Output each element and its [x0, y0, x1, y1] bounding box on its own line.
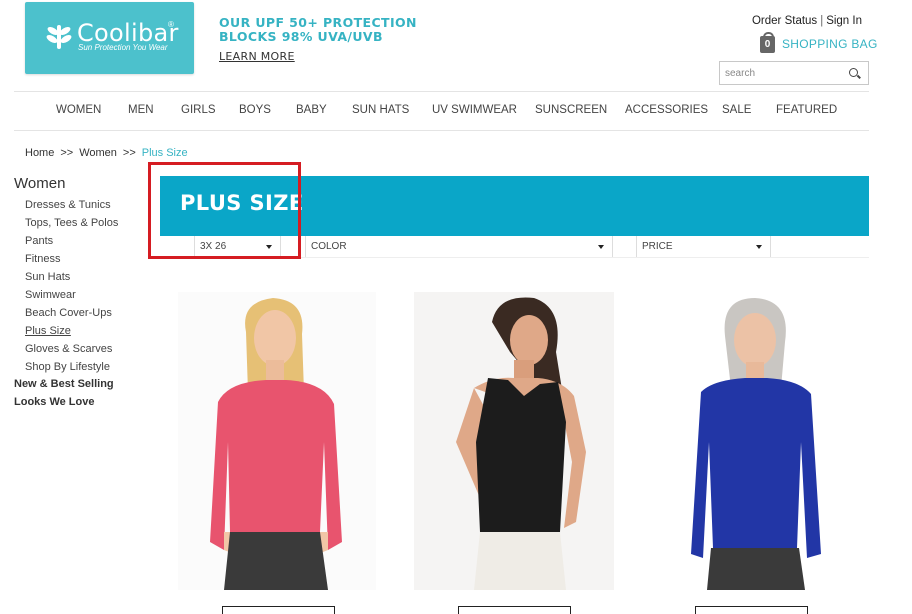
- chevron-down-icon: [756, 245, 762, 249]
- sidebar-item-fitness[interactable]: Fitness: [25, 252, 118, 270]
- sidebar-item-dresses-tunics[interactable]: Dresses & Tunics: [25, 198, 118, 216]
- price-filter-dropdown[interactable]: PRICE: [636, 236, 771, 257]
- chevron-down-icon: [598, 245, 604, 249]
- sidebar-item-gloves-scarves[interactable]: Gloves & Scarves: [25, 342, 118, 360]
- account-separator: |: [820, 15, 824, 27]
- sidebar-looks-we-love[interactable]: Looks We Love: [14, 396, 94, 408]
- breadcrumb-women[interactable]: Women: [79, 147, 117, 159]
- sidebar-item-beach-cover-ups[interactable]: Beach Cover-Ups: [25, 306, 118, 324]
- highlight-annotation-box: [148, 162, 301, 259]
- leaf-logo-icon: [46, 25, 72, 49]
- sign-in-link[interactable]: Sign In: [826, 15, 862, 27]
- sidebar-item-swimwear[interactable]: Swimwear: [25, 288, 118, 306]
- account-links: Order Status | Sign In: [752, 15, 862, 27]
- search-input[interactable]: [720, 62, 840, 84]
- nav-sun-hats[interactable]: SUN HATS: [352, 104, 409, 116]
- product-card-pink-long-sleeve[interactable]: [178, 292, 376, 590]
- product-card-black-tank[interactable]: [414, 292, 614, 590]
- breadcrumb-home[interactable]: Home: [25, 147, 54, 159]
- breadcrumb-separator: >>: [60, 147, 74, 159]
- nav-boys[interactable]: BOYS: [239, 104, 271, 116]
- main-navigation: WOMEN MEN GIRLS BOYS BABY SUN HATS UV SW…: [14, 91, 869, 131]
- registered-mark: ®: [168, 20, 174, 29]
- product-image: [657, 292, 857, 590]
- color-filter-dropdown[interactable]: COLOR: [305, 236, 613, 257]
- sidebar-item-pants[interactable]: Pants: [25, 234, 118, 252]
- promo-message: OUR UPF 50+ PROTECTION BLOCKS 98% UVA/UV…: [219, 16, 417, 44]
- brand-tagline: Sun Protection You Wear: [78, 43, 168, 52]
- quick-view-button[interactable]: [695, 606, 808, 614]
- quick-view-button[interactable]: [458, 606, 571, 614]
- sidebar-item-shop-by-lifestyle[interactable]: Shop By Lifestyle: [25, 360, 118, 378]
- sidebar-item-plus-size[interactable]: Plus Size: [25, 324, 118, 342]
- sidebar-title: Women: [14, 175, 66, 192]
- nav-featured[interactable]: FEATURED: [776, 104, 837, 116]
- promo-line-1: OUR UPF 50+ PROTECTION: [219, 15, 417, 30]
- sidebar-category-list: Dresses & Tunics Tops, Tees & Polos Pant…: [25, 198, 118, 378]
- sidebar-item-sun-hats[interactable]: Sun Hats: [25, 270, 118, 288]
- bag-count: 0: [764, 38, 771, 50]
- sidebar-new-best-selling[interactable]: New & Best Selling: [14, 378, 114, 390]
- color-filter-label: COLOR: [311, 241, 347, 252]
- learn-more-link[interactable]: LEARN MORE: [219, 50, 295, 63]
- price-filter-label: PRICE: [642, 241, 673, 252]
- quick-view-button[interactable]: [222, 606, 335, 614]
- nav-uv-swimwear[interactable]: UV SWIMWEAR: [432, 104, 517, 116]
- shopping-bag-icon: 0: [760, 31, 775, 53]
- nav-sunscreen[interactable]: SUNSCREEN: [535, 104, 607, 116]
- nav-women[interactable]: WOMEN: [56, 104, 101, 116]
- order-status-link[interactable]: Order Status: [752, 15, 817, 27]
- sidebar-item-tops-tees-polos[interactable]: Tops, Tees & Polos: [25, 216, 118, 234]
- breadcrumb-separator: >>: [122, 147, 136, 159]
- search-icon[interactable]: [849, 68, 858, 77]
- nav-men[interactable]: MEN: [128, 104, 154, 116]
- nav-baby[interactable]: BABY: [296, 104, 327, 116]
- product-card-blue-long-sleeve[interactable]: [657, 292, 857, 590]
- promo-line-2: BLOCKS 98% UVA/UVB: [219, 29, 383, 44]
- nav-accessories[interactable]: ACCESSORIES: [625, 104, 708, 116]
- nav-sale[interactable]: SALE: [722, 104, 751, 116]
- shopping-bag-link[interactable]: 0 SHOPPING BAG: [760, 31, 878, 53]
- product-image: [414, 292, 614, 590]
- shopping-bag-label: SHOPPING BAG: [782, 37, 878, 51]
- nav-girls[interactable]: GIRLS: [181, 104, 216, 116]
- breadcrumb-current: Plus Size: [141, 147, 188, 159]
- search-box: [719, 61, 869, 85]
- coolibar-logo[interactable]: Coolibar ® Sun Protection You Wear: [25, 2, 194, 74]
- product-image: [178, 292, 376, 590]
- breadcrumb: Home >> Women >> Plus Size: [25, 147, 188, 159]
